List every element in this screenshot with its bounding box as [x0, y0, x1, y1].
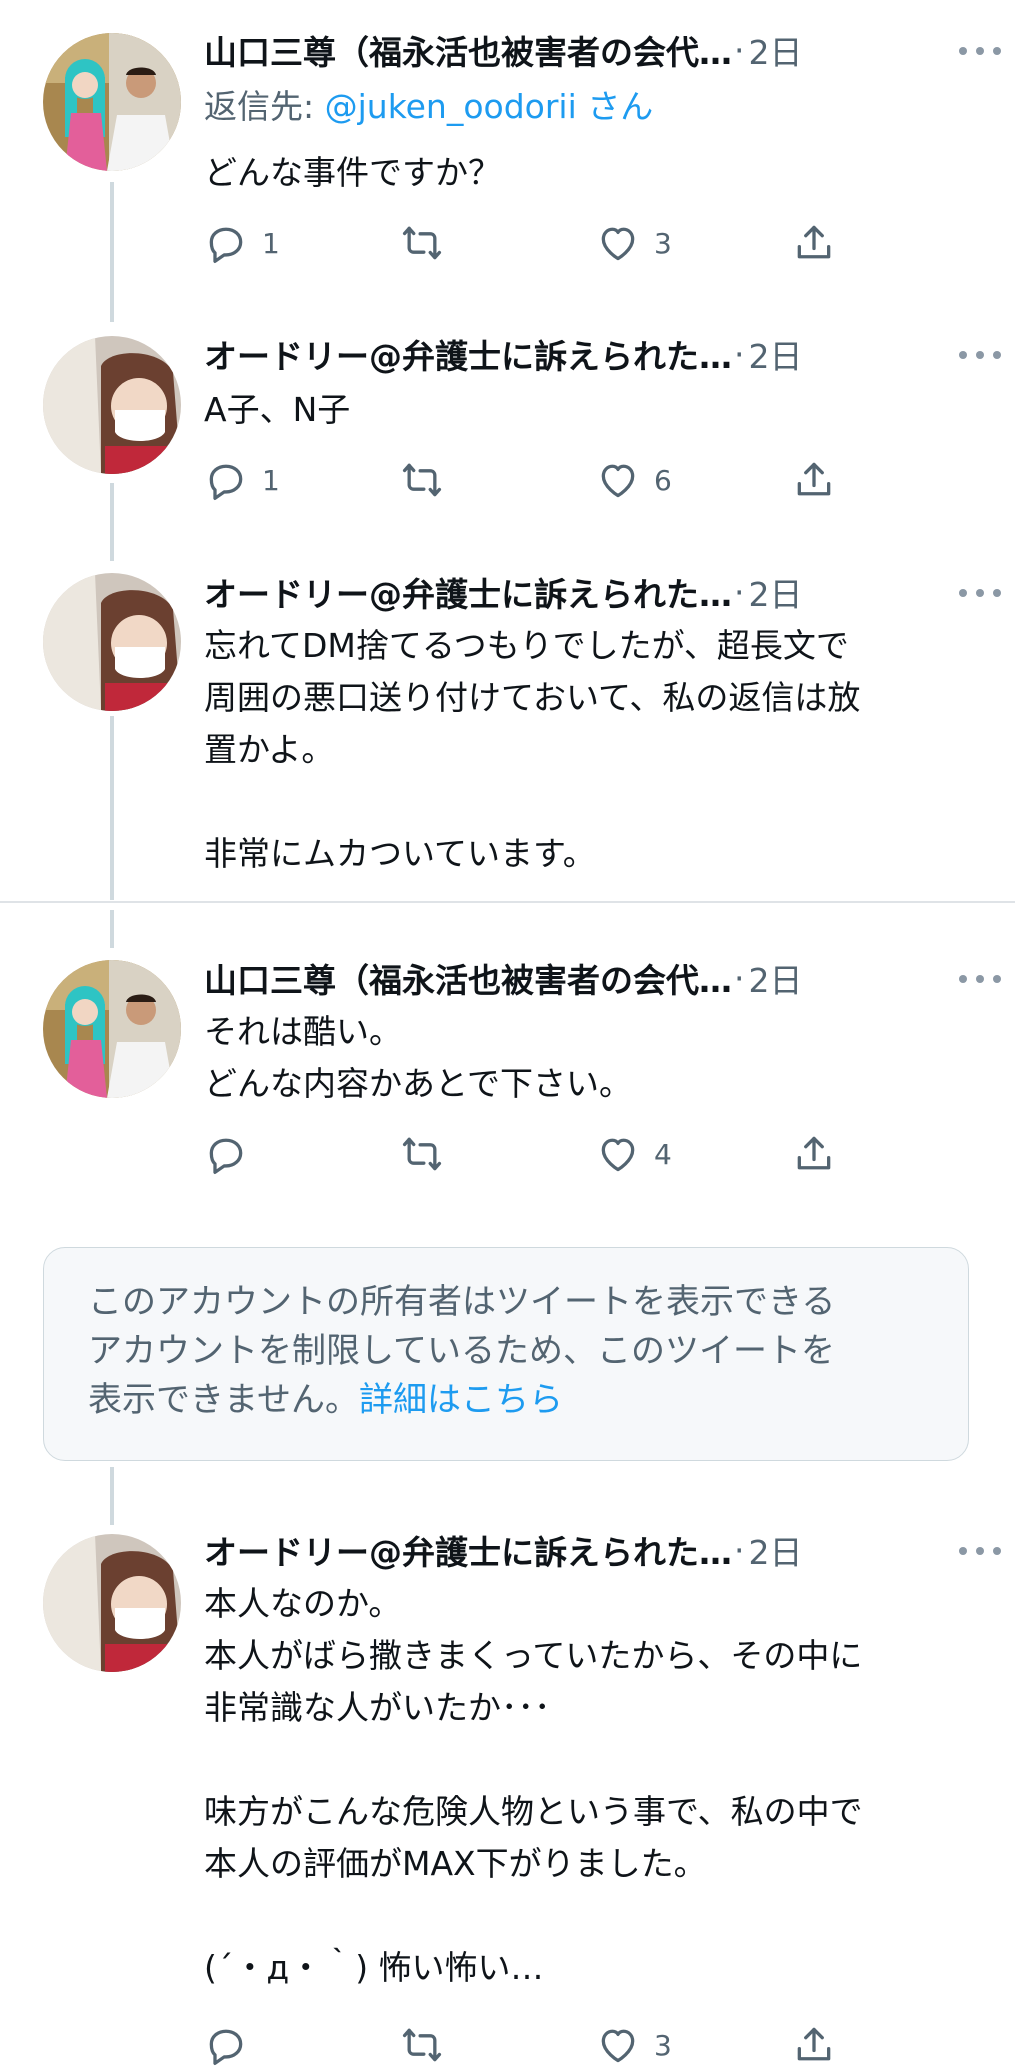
retweet-icon	[400, 2023, 444, 2067]
reply-icon	[204, 1132, 248, 1176]
reply-button[interactable]: 1	[204, 455, 280, 505]
like-icon	[596, 2023, 640, 2067]
share-icon	[792, 458, 836, 502]
action-bar: 1 6	[204, 455, 844, 505]
like-button[interactable]: 3	[596, 218, 672, 268]
tweet-text: どんな事件ですか？	[204, 153, 501, 192]
author-name[interactable]: オードリー@弁護士に訴えられた…	[204, 568, 732, 616]
reply-handle[interactable]: @juken_oodorii	[325, 87, 577, 126]
reply-icon	[204, 458, 248, 502]
action-bar: 1 3	[204, 218, 844, 268]
reply-to: 返信先: @juken_oodorii さん	[204, 80, 653, 128]
share-button[interactable]	[792, 2020, 836, 2070]
author-name[interactable]: 山口三尊（福永活也被害者の会代…	[204, 26, 732, 74]
like-count: 3	[654, 2028, 672, 2062]
share-icon	[792, 2023, 836, 2067]
retweet-icon	[400, 458, 444, 502]
retweet-icon	[400, 1132, 444, 1176]
more-icon[interactable]	[959, 583, 1001, 603]
reply-prefix: 返信先:	[204, 87, 325, 126]
tweet-text: A子、N子	[204, 390, 351, 429]
separator: ·	[734, 1530, 745, 1570]
tweet[interactable]: 山口三尊（福永活也被害者の会代… · 2日 返信先: @juken_oodori…	[0, 0, 1015, 300]
avatar[interactable]	[43, 1534, 181, 1672]
action-bar: 3	[204, 2020, 844, 2070]
like-button[interactable]: 4	[596, 1129, 672, 1179]
more-icon[interactable]	[959, 345, 1001, 365]
timestamp[interactable]: 2日	[749, 568, 803, 616]
separator: ·	[734, 958, 745, 998]
author-name[interactable]: 山口三尊（福永活也被害者の会代…	[204, 954, 732, 1002]
reply-button[interactable]	[204, 1129, 262, 1179]
more-icon[interactable]	[959, 969, 1001, 989]
avatar[interactable]	[43, 33, 181, 171]
tweet-text: それは酷い。 どんな内容かあとで下さい。	[204, 1012, 633, 1103]
share-icon	[792, 221, 836, 265]
avatar[interactable]	[43, 960, 181, 1098]
share-button[interactable]	[792, 218, 836, 268]
timestamp[interactable]: 2日	[749, 330, 803, 378]
retweet-button[interactable]	[400, 2020, 444, 2070]
timestamp[interactable]: 2日	[749, 1526, 803, 1574]
retweet-button[interactable]	[400, 1129, 458, 1179]
like-icon	[596, 221, 640, 265]
tweet[interactable]: オードリー@弁護士に訴えられた… · 2日 本人なのか。 本人がばら撒きまくって…	[0, 1500, 1015, 2048]
more-icon[interactable]	[959, 1541, 1001, 1561]
tweet[interactable]: 山口三尊（福永活也被害者の会代… · 2日 それは酷い。 どんな内容かあとで下さ…	[0, 903, 1015, 1203]
reply-button[interactable]: 1	[204, 218, 280, 268]
tweet-text: 本人なのか。 本人がばら撒きまくっていたから、その中に 非常識な人がいたか･･･…	[204, 1584, 863, 1987]
like-button[interactable]: 3	[596, 2020, 672, 2070]
like-icon	[596, 458, 640, 502]
separator: ·	[734, 334, 745, 374]
retweet-button[interactable]	[400, 455, 458, 505]
share-button[interactable]	[792, 1129, 836, 1179]
share-icon	[792, 1132, 836, 1176]
like-count: 6	[654, 463, 672, 497]
like-button[interactable]: 6	[596, 455, 672, 505]
timestamp[interactable]: 2日	[749, 26, 803, 74]
reply-count: 1	[262, 463, 280, 497]
reply-count: 1	[262, 226, 280, 260]
tweet[interactable]: オードリー@弁護士に訴えられた… · 2日 忘れてDM捨てるつもりでしたが、超長…	[0, 540, 1015, 900]
reply-icon	[204, 2023, 248, 2067]
like-count: 4	[654, 1137, 672, 1171]
restricted-tweet-notice: このアカウントの所有者はツイートを表示できる アカウントを制限しているため、この…	[43, 1247, 969, 1461]
avatar[interactable]	[43, 336, 181, 474]
avatar[interactable]	[43, 573, 181, 711]
separator: ·	[734, 572, 745, 612]
retweet-button[interactable]	[400, 218, 458, 268]
timestamp[interactable]: 2日	[749, 954, 803, 1002]
retweet-icon	[400, 221, 444, 265]
separator: ·	[734, 30, 745, 70]
reply-suffix: さん	[576, 87, 654, 126]
details-link[interactable]: 詳細はこちら	[359, 1380, 563, 1420]
share-button[interactable]	[792, 455, 836, 505]
author-name[interactable]: オードリー@弁護士に訴えられた…	[204, 330, 732, 378]
author-name[interactable]: オードリー@弁護士に訴えられた…	[204, 1526, 732, 1574]
tweet-text: 忘れてDM捨てるつもりでしたが、超長文で 周囲の悪口送り付けておいて、私の返信は…	[204, 626, 861, 873]
tweet[interactable]: オードリー@弁護士に訴えられた… · 2日 A子、N子 1 6	[0, 300, 1015, 540]
like-icon	[596, 1132, 640, 1176]
more-icon[interactable]	[959, 41, 1001, 61]
reply-icon	[204, 221, 248, 265]
action-bar: 4	[204, 1129, 844, 1179]
like-count: 3	[654, 226, 672, 260]
reply-button[interactable]	[204, 2020, 248, 2070]
